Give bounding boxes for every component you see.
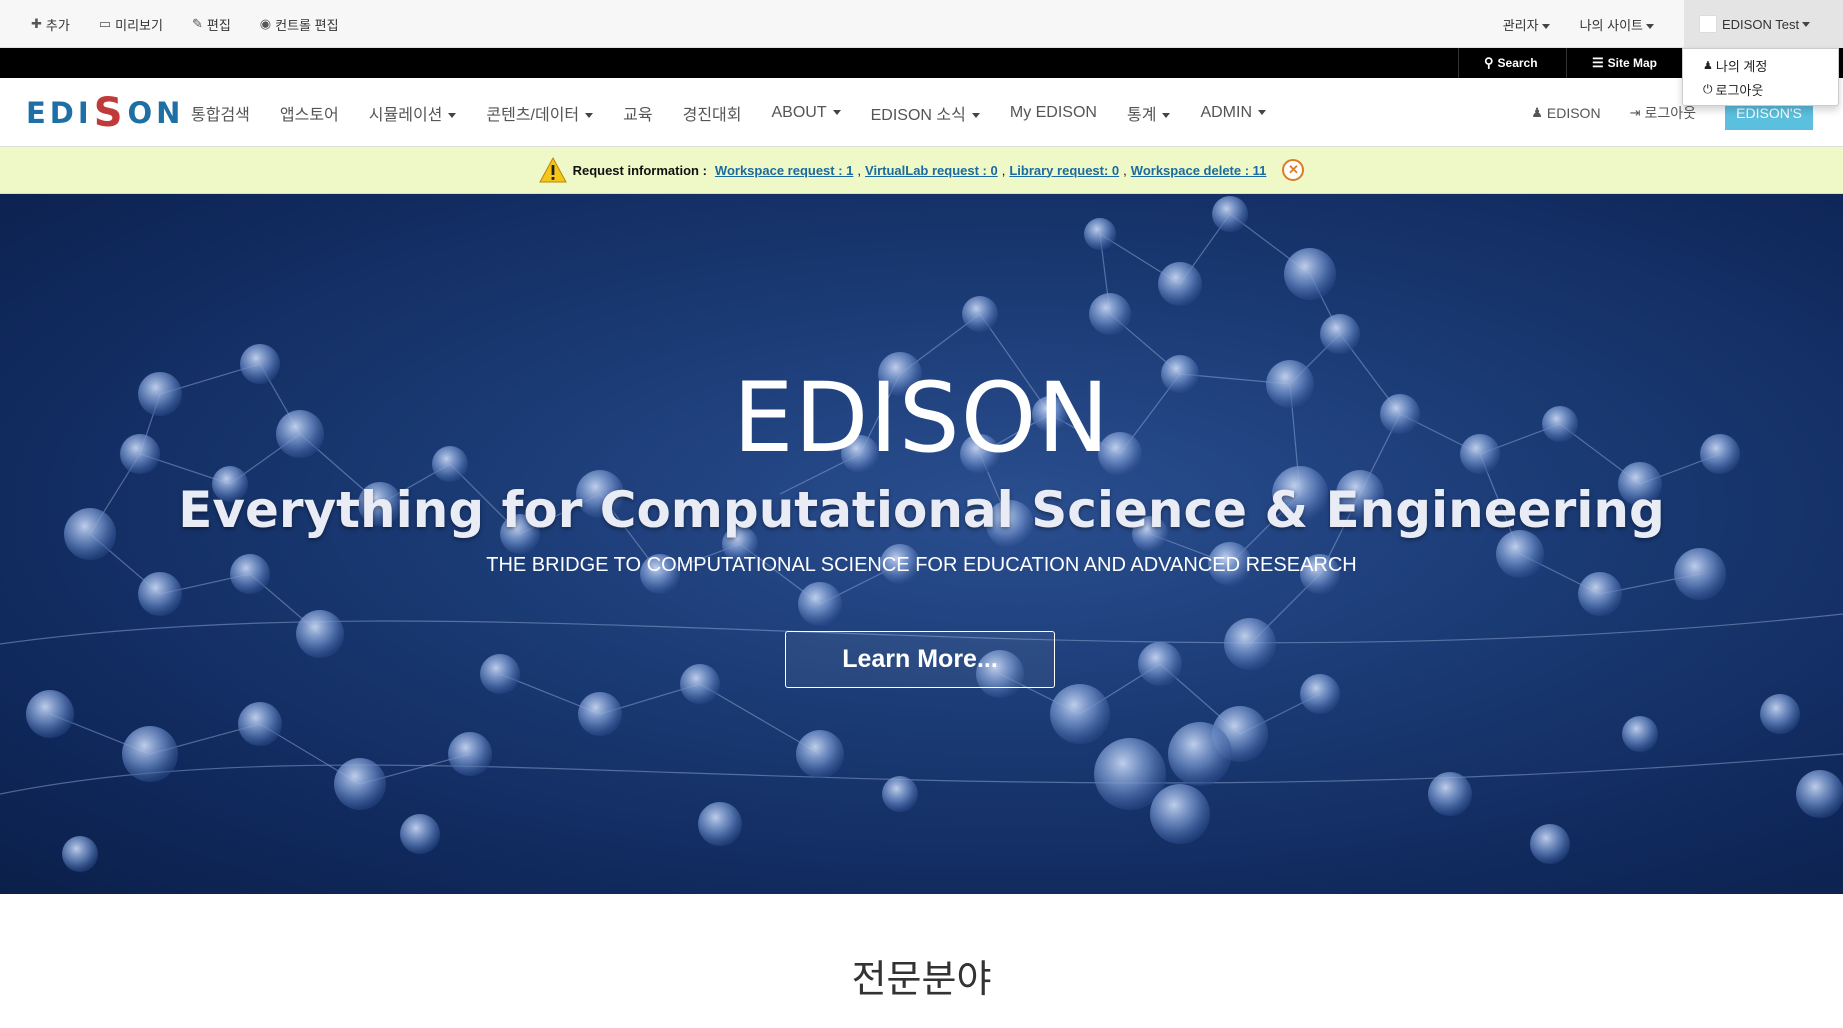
preview-button[interactable]: ▭ 미리보기 [99,15,163,34]
admin-menu-label: 관리자 [1502,17,1539,33]
sign-out-icon: ⇥ [1629,104,1641,120]
edit-controls-label: 컨트롤 편집 [275,17,339,33]
my-account-label: 나의 계정 [1715,59,1768,74]
admin-menu-button[interactable]: 관리자 [1503,15,1550,34]
user-icon: ♟ [1703,60,1713,72]
edit-button[interactable]: ✎ 편집 [192,15,231,34]
nav-education[interactable]: 교육 [623,101,652,125]
section-title: 전문분야 [851,957,992,1001]
nav-app-store[interactable]: 앱스토어 [280,101,339,125]
learn-more-label: Learn More... [842,645,998,673]
search-icon: ⚲ [1484,55,1494,70]
nav-label: 시뮬레이션 [368,106,443,124]
hero-banner: EDISON Everything for Computational Scie… [0,194,1843,894]
nav-label: 통합검색 [191,106,250,124]
hero-subtitle: Everything for Computational Science & E… [178,481,1665,539]
nav-contents-data[interactable]: 콘텐츠/데이터 [486,101,594,125]
separator: , [857,162,862,178]
add-label: 추가 [45,17,70,33]
logo-part-3: ON [127,96,185,130]
chevron-down-icon [832,109,841,115]
edison-logo[interactable]: EDI S ON [26,88,184,138]
molecule-network-background [0,196,1843,872]
my-sites-button[interactable]: 나의 사이트 [1580,15,1654,34]
nav-label: My EDISON [1009,103,1097,121]
admin-toolbar-right: 관리자 나의 사이트 EDISON Test [1503,0,1843,48]
nav-label: 교육 [623,106,653,124]
learn-more-button[interactable]: Learn More... [785,631,1055,688]
nav-label: ABOUT [771,103,827,121]
chevron-down-icon [971,112,980,118]
plus-icon: ✚ [31,16,42,31]
nav-my-edison[interactable]: My EDISON [1010,104,1097,122]
user-name: EDISON Test [1722,16,1800,32]
nav-about[interactable]: ABOUT [772,104,841,122]
alert-prefix: Request information : [572,162,707,178]
logo-part-2: S [93,90,127,136]
workspace-request-link[interactable]: Workspace request : 1 [715,163,853,178]
main-nav: 통합검색 앱스토어 시뮬레이션 콘텐츠/데이터 교육 경진대회 ABOUT ED… [191,78,1296,147]
avatar [1699,15,1717,33]
library-request-link[interactable]: Library request: 0 [1009,163,1119,178]
chevron-down-icon [1802,21,1811,27]
close-icon[interactable]: ✕ [1282,159,1305,181]
nav-label: ADMIN [1200,103,1252,121]
warning-icon [538,157,567,183]
site-map-button[interactable]: ☰ Site Map [1566,48,1682,78]
logo-part-1: EDI [26,96,93,130]
nav-competition[interactable]: 경진대회 [683,101,742,125]
edisons-label: EDISON'S [1736,104,1802,121]
nav-user-link[interactable]: ♟ EDISON [1531,105,1600,121]
nav-simulation[interactable]: 시뮬레이션 [369,101,457,125]
search-label: Search [1497,56,1538,70]
nav-label: 앱스토어 [279,106,339,124]
nav-label: EDISON 소식 [870,106,966,124]
chevron-down-icon [448,112,457,118]
admin-toolbar: ✚ 추가 ▭ 미리보기 ✎ 편집 ◉ 컨트롤 편집 관리자 나의 사이트 EDI… [0,0,1843,48]
user-icon: ♟ [1531,104,1543,120]
power-icon: ⏻ [1703,82,1713,96]
nav-label: 콘텐츠/데이터 [486,106,580,124]
logout-menu-item[interactable]: ⏻ 로그아웃 [1703,80,1763,99]
chevron-down-icon [1162,112,1171,118]
monitor-icon: ▭ [98,16,112,31]
separator: , [1001,162,1006,178]
edit-label: 편집 [206,17,231,33]
nav-edison-news[interactable]: EDISON 소식 [871,101,980,125]
my-sites-label: 나의 사이트 [1579,17,1643,33]
nav-label: 통계 [1126,106,1157,124]
chevron-down-icon [585,112,594,118]
separator: , [1123,162,1127,178]
chevron-down-icon [1258,109,1266,115]
user-dropdown-menu: ♟ 나의 계정 ⏻ 로그아웃 [1682,48,1839,106]
utility-bar: ⚲ Search ☰ Site Map [0,48,1843,78]
logout-label: 로그아웃 [1715,83,1764,98]
nav-statistics[interactable]: 통계 [1126,101,1171,125]
site-map-label: Site Map [1607,56,1657,70]
virtuallab-request-link[interactable]: VirtualLab request : 0 [865,163,998,178]
edit-controls-button[interactable]: ◉ 컨트롤 편집 [260,15,339,34]
chevron-down-icon [1646,23,1654,29]
nav-integrated-search[interactable]: 통합검색 [191,101,250,125]
eye-icon: ◉ [259,16,272,31]
request-info-alert: Request information : Workspace request … [0,147,1843,194]
nav-admin[interactable]: ADMIN [1200,104,1266,122]
chevron-down-icon [1541,23,1550,29]
search-button[interactable]: ⚲ Search [1458,48,1566,78]
edit-icon: ✎ [191,16,203,31]
workspace-delete-link[interactable]: Workspace delete : 11 [1131,163,1267,178]
nav-label: 경진대회 [682,106,742,124]
hero-tagline: THE BRIDGE TO COMPUTATIONAL SCIENCE FOR … [486,554,1357,576]
main-navbar: EDI S ON 통합검색 앱스토어 시뮬레이션 콘텐츠/데이터 교육 경진대회 A… [0,78,1843,147]
user-menu-button[interactable]: EDISON Test [1684,0,1843,48]
hero-title: EDISON [732,362,1111,474]
my-account-menu-item[interactable]: ♟ 나의 계정 [1703,56,1767,75]
list-icon: ☰ [1592,55,1604,70]
nav-user-label: EDISON [1546,104,1601,121]
add-button[interactable]: ✚ 추가 [31,15,70,34]
preview-label: 미리보기 [115,17,163,33]
admin-toolbar-left: ✚ 추가 ▭ 미리보기 ✎ 편집 ◉ 컨트롤 편집 [31,0,368,48]
